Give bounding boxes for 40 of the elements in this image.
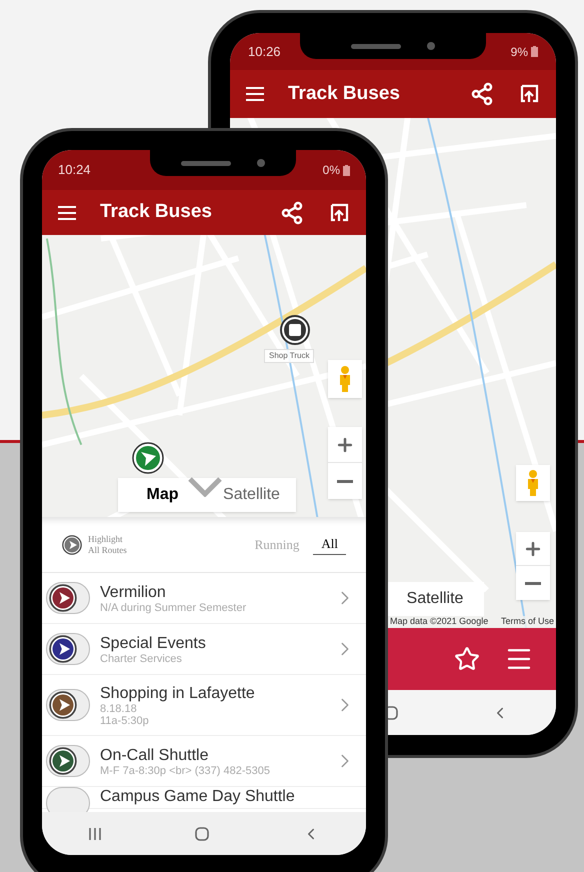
- route-name: Special Events: [100, 634, 207, 652]
- battery-icon: [531, 46, 538, 57]
- route-name: Vermilion: [100, 582, 167, 602]
- highlight-label: Highlight: [88, 534, 124, 544]
- caret-icon: [188, 477, 222, 497]
- open-external-icon[interactable]: [518, 84, 540, 104]
- battery-level: 9%: [510, 44, 528, 60]
- app-title: Track Buses: [288, 82, 401, 106]
- route-name: Campus Game Day Shuttle: [100, 787, 296, 806]
- status-time: 10:24: [58, 161, 91, 180]
- route-icon: [49, 747, 77, 775]
- menu-icon[interactable]: [246, 87, 264, 101]
- route-row[interactable]: Special Events Charter Services: [42, 624, 366, 675]
- route-details: M-F 7a-8:30p <br> (337) 482-5305: [100, 764, 271, 776]
- app-title: Track Buses: [100, 200, 213, 224]
- share-icon[interactable]: [470, 82, 494, 106]
- route-toggle[interactable]: [46, 582, 90, 614]
- route-row[interactable]: Shopping in Lafayette 8.18.18 11a-5:30p: [42, 675, 366, 736]
- highlight-icon: [62, 534, 82, 554]
- route-name: On-Call Shuttle: [100, 746, 210, 764]
- route-icon: [49, 691, 77, 719]
- route-toggle[interactable]: [46, 633, 90, 665]
- route-name: Shopping in Lafayette: [100, 684, 256, 702]
- route-details: 8.18.18: [100, 702, 138, 714]
- route-row[interactable]: On-Call Shuttle M-F 7a-8:30p <br> (337) 482-5305: [42, 736, 366, 787]
- menu-icon[interactable]: [58, 206, 76, 220]
- route-details: 11a-5:30p: [100, 714, 150, 726]
- star-icon[interactable]: [454, 646, 480, 672]
- status-time: 10:26: [248, 42, 281, 61]
- recents-icon[interactable]: [88, 826, 102, 840]
- route-icon: [49, 584, 77, 612]
- route-toggle[interactable]: [46, 787, 90, 812]
- route-toggle[interactable]: [46, 745, 90, 777]
- route-toggle[interactable]: [46, 689, 90, 721]
- route-details: N/A during Summer Semester: [100, 602, 248, 614]
- map-type-button[interactable]: Map: [118, 478, 207, 512]
- highlight-sublabel: All Routes: [88, 544, 127, 556]
- route-details: Charter Services: [100, 652, 183, 664]
- bus-marker-icon: [132, 442, 164, 474]
- route-icon: [49, 635, 77, 663]
